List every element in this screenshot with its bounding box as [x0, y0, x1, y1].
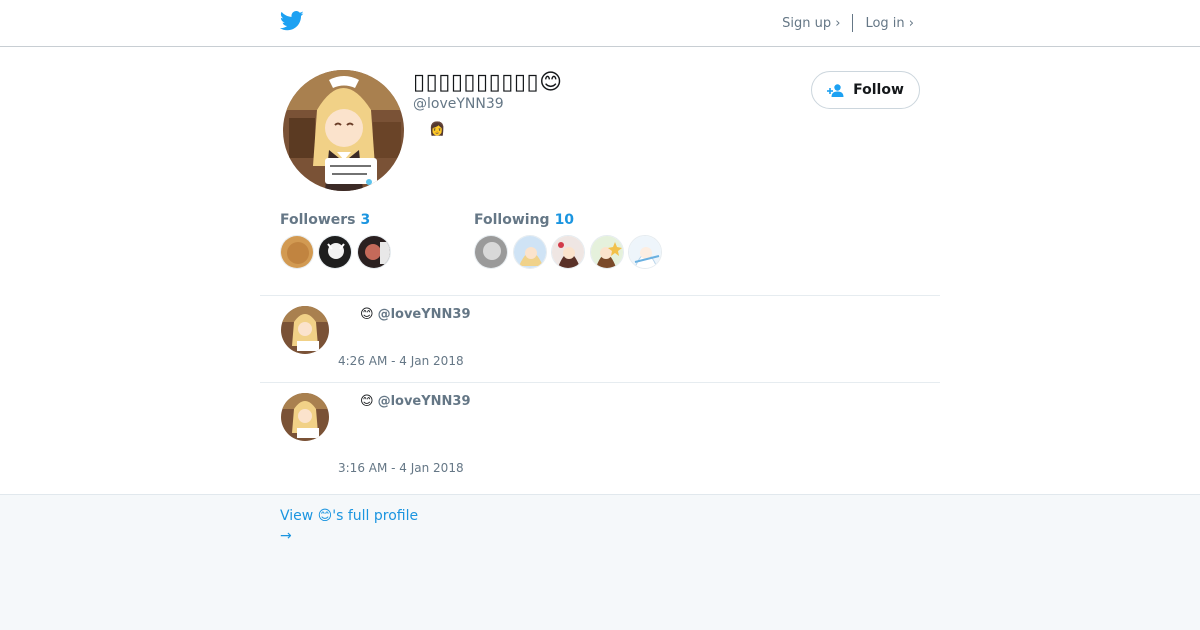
tweet-author[interactable]: 😊 @loveYNN39: [360, 307, 471, 322]
add-person-icon: [827, 83, 844, 97]
followers-count: 3: [360, 212, 371, 228]
view-full-profile-link[interactable]: View 😊's full profile →: [280, 506, 418, 546]
following-avatar[interactable]: [513, 235, 547, 269]
login-link[interactable]: Log in ›: [865, 16, 914, 31]
signup-link[interactable]: Sign up ›: [782, 16, 840, 31]
tweet-author[interactable]: 😊 @loveYNN39: [360, 394, 471, 409]
footer: View 😊's full profile →: [0, 494, 1200, 630]
author-emoji: 😊: [360, 394, 374, 409]
display-name: ▯▯▯▯▯▯▯▯▯▯😊: [413, 70, 563, 95]
profile-handle: @loveYNN39: [413, 96, 504, 112]
followers-stat[interactable]: Followers 3: [280, 212, 370, 228]
following-count: 10: [554, 212, 575, 228]
twitter-bird-icon[interactable]: [280, 11, 304, 31]
following-stat[interactable]: Following 10: [474, 212, 574, 228]
auth-links: Sign up › Log in ›: [782, 14, 914, 32]
following-avatar[interactable]: [590, 235, 624, 269]
follow-button[interactable]: Follow: [811, 71, 920, 109]
follower-avatar[interactable]: [357, 235, 391, 269]
following-avatar[interactable]: [628, 235, 662, 269]
followers-label: Followers: [280, 212, 356, 228]
tweet-avatar[interactable]: [281, 393, 329, 441]
tweet-divider: [260, 382, 940, 383]
follow-label: Follow: [853, 82, 904, 98]
section-divider: [260, 295, 940, 296]
following-avatar[interactable]: [551, 235, 585, 269]
tweet-timestamp[interactable]: 3:16 AM - 4 Jan 2018: [338, 461, 464, 475]
tweet-timestamp[interactable]: 4:26 AM - 4 Jan 2018: [338, 354, 464, 368]
auth-separator: [852, 14, 854, 32]
follower-avatar[interactable]: [318, 235, 352, 269]
arrow-right-icon: →: [280, 528, 292, 544]
tweet-avatar[interactable]: [281, 306, 329, 354]
bio-emoji: 👩: [429, 122, 446, 137]
author-emoji: 😊: [360, 307, 374, 322]
follower-avatar[interactable]: [280, 235, 314, 269]
top-bar: Sign up › Log in ›: [0, 0, 1200, 47]
full-profile-label: View 😊's full profile: [280, 508, 419, 524]
following-label: Following: [474, 212, 550, 228]
author-handle: @loveYNN39: [377, 307, 471, 322]
profile-avatar[interactable]: [283, 70, 404, 191]
author-handle: @loveYNN39: [377, 394, 471, 409]
following-avatar[interactable]: [474, 235, 508, 269]
